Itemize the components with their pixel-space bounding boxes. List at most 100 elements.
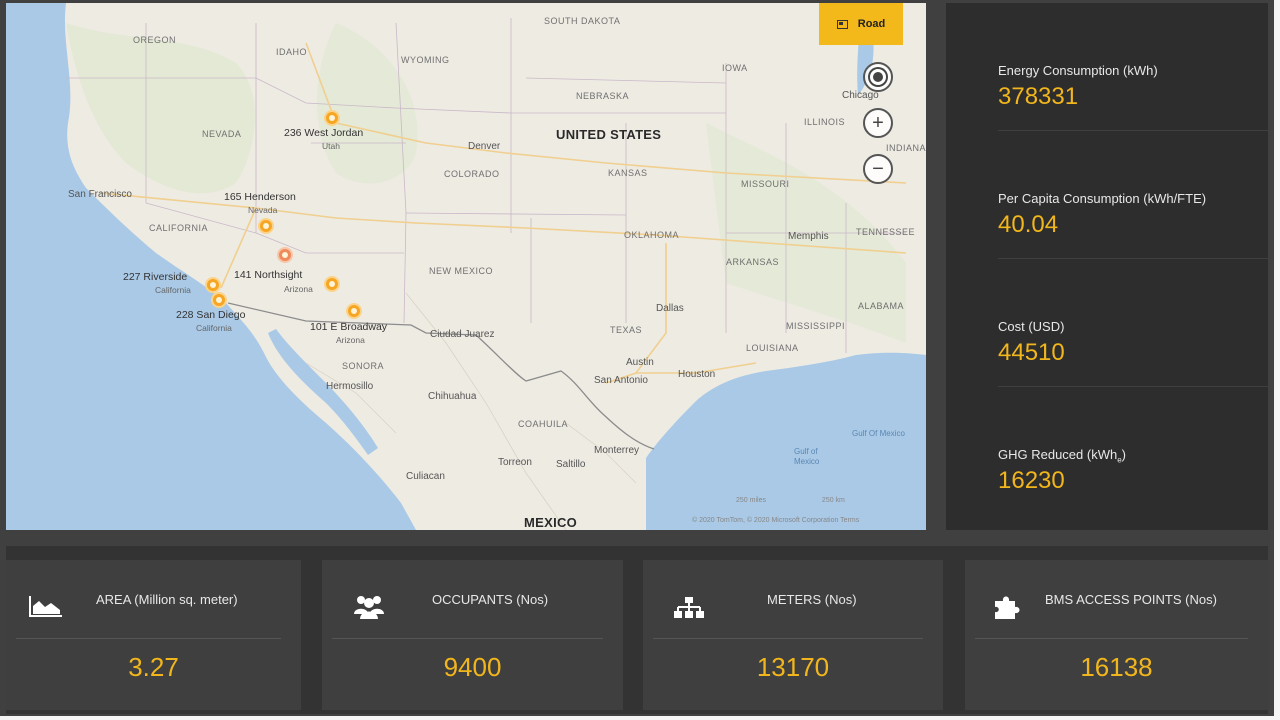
site-marker-northsight[interactable] xyxy=(324,276,340,292)
map-label-united-states: UNITED STATES xyxy=(556,127,662,142)
site-label-e-broadway: 101 E Broadway xyxy=(310,321,388,333)
map-label-dallas: Dallas xyxy=(656,303,684,314)
map-label-torreon: Torreon xyxy=(498,457,532,468)
kpi-value: 378331 xyxy=(998,83,1079,110)
map-label-culiacan: Culiacan xyxy=(406,471,445,482)
site-sub-riverside: California xyxy=(155,285,191,295)
map-label-mississippi: MISSISSIPPI xyxy=(786,321,846,331)
map-style-icon xyxy=(836,19,848,29)
kpi-title: GHG Reduced (kWhe) xyxy=(998,447,1126,465)
locate-icon xyxy=(873,72,883,82)
map-label-new-mexico: NEW MEXICO xyxy=(429,266,494,276)
kpi-title: Energy Consumption (kWh) xyxy=(998,63,1158,78)
card-title: BMS ACCESS POINTS (Nos) xyxy=(1045,591,1217,607)
kpi-panel: Energy Consumption (kWh) 378331 Per Capi… xyxy=(946,3,1268,530)
site-sub-northsight: Arizona xyxy=(284,284,313,294)
divider xyxy=(16,638,281,639)
card-value: 9400 xyxy=(443,652,502,682)
kpi-ghg-reduced: GHG Reduced (kWhe) 16230 xyxy=(998,387,1268,515)
map-copyright: © 2020 TomTom, © 2020 Microsoft Corporat… xyxy=(692,517,860,524)
map-label-san-antonio: San Antonio xyxy=(594,375,648,386)
map-label-nebraska: NEBRASKA xyxy=(576,91,630,101)
site-label-henderson: 165 Henderson xyxy=(224,191,296,203)
map-label-gulf-of-mexico-alt: Gulf Of Mexico xyxy=(852,429,905,438)
dashboard: OREGON IDAHO WYOMING SOUTH DAKOTA IOWA N… xyxy=(0,0,1280,720)
map-label-sonora: SONORA xyxy=(342,361,385,371)
card-title: AREA (Million sq. meter) xyxy=(96,591,238,607)
card-bms-access-points: BMS ACCESS POINTS (Nos) 16138 xyxy=(965,560,1268,710)
map-label-nevada: NEVADA xyxy=(202,129,242,139)
site-label-west-jordan: 236 West Jordan xyxy=(284,127,364,139)
site-marker-henderson[interactable] xyxy=(258,218,274,234)
kpi-title-main: GHG Reduced (kWh xyxy=(998,447,1118,462)
map-label-mexico: MEXICO xyxy=(524,515,578,530)
map-label-south-dakota: SOUTH DAKOTA xyxy=(544,16,621,26)
map-label-tennessee: TENNESSEE xyxy=(856,227,916,237)
site-marker-riverside[interactable] xyxy=(205,277,221,293)
kpi-per-capita: Per Capita Consumption (kWh/FTE) 40.04 xyxy=(998,131,1268,259)
kpi-value: 44510 xyxy=(998,339,1065,366)
site-label-san-diego: 228 San Diego xyxy=(176,309,246,321)
map-label-saltillo: Saltillo xyxy=(556,459,586,470)
map-label-idaho: IDAHO xyxy=(276,47,308,57)
site-sub-henderson: Nevada xyxy=(248,205,278,215)
site-sub-west-jordan: Utah xyxy=(322,141,340,151)
site-label-riverside: 227 Riverside xyxy=(123,271,188,283)
card-area: AREA (Million sq. meter) 3.27 xyxy=(6,560,301,710)
map-label-california: CALIFORNIA xyxy=(149,223,209,233)
map-label-alabama: ALABAMA xyxy=(858,301,905,311)
map-label-texas: TEXAS xyxy=(610,325,643,335)
map-style-road-button[interactable]: Road xyxy=(819,3,903,45)
locate-me-button[interactable] xyxy=(863,62,893,92)
map-label-iowa: IOWA xyxy=(722,63,748,73)
kpi-title: Cost (USD) xyxy=(998,319,1065,334)
map-scale: 250 miles 250 km xyxy=(736,497,845,504)
map-label-gulf-of-mexico: Gulf of Mexico xyxy=(794,447,820,466)
card-occupants: OCCUPANTS (Nos) 9400 xyxy=(322,560,623,710)
stats-row: AREA (Million sq. meter) 3.27 OCCUPANTS … xyxy=(6,546,1268,714)
scale-miles: 250 miles xyxy=(736,497,766,504)
site-marker-san-diego[interactable] xyxy=(211,292,227,308)
map-label-san-francisco: San Francisco xyxy=(68,189,132,200)
map-label-monterrey: Monterrey xyxy=(594,445,640,456)
minus-icon: − xyxy=(872,158,884,180)
road-button-label: Road xyxy=(857,18,886,30)
map-label-coahuila: COAHUILA xyxy=(518,419,569,429)
kpi-title: Per Capita Consumption (kWh/FTE) xyxy=(998,191,1207,206)
card-value: 16138 xyxy=(1080,652,1153,682)
map-label-oregon: OREGON xyxy=(133,35,177,45)
site-sub-e-broadway: Arizona xyxy=(336,335,365,345)
map-label-chicago: Chicago xyxy=(842,90,879,101)
map-label-houston: Houston xyxy=(678,369,716,380)
scale-km: 250 km xyxy=(821,497,845,504)
map-label-oklahoma: OKLAHOMA xyxy=(624,230,680,240)
card-title: OCCUPANTS (Nos) xyxy=(432,591,549,607)
site-marker-e-broadway[interactable] xyxy=(346,303,362,319)
kpi-cost: Cost (USD) 44510 xyxy=(998,259,1268,387)
map-label-missouri: MISSOURI xyxy=(741,179,790,189)
map-label-ciudad-juarez: Ciudad Juarez xyxy=(430,329,495,340)
site-sub-san-diego: California xyxy=(196,323,232,333)
divider xyxy=(653,638,923,639)
plus-icon: + xyxy=(872,112,884,134)
map-label-chihuahua: Chihuahua xyxy=(428,391,477,402)
zoom-in-button[interactable]: + xyxy=(863,108,893,138)
card-value: 13170 xyxy=(756,652,830,682)
map-label-wyoming: WYOMING xyxy=(401,55,450,65)
card-value: 3.27 xyxy=(128,652,179,682)
kpi-energy-consumption: Energy Consumption (kWh) 378331 xyxy=(998,3,1268,131)
kpi-title-end: ) xyxy=(1121,447,1126,462)
map-label-memphis: Memphis xyxy=(788,231,829,242)
site-marker-west-jordan[interactable] xyxy=(324,110,340,126)
site-label-northsight: 141 Northsight xyxy=(234,269,303,281)
divider xyxy=(975,638,1248,639)
map-label-colorado: COLORADO xyxy=(444,169,500,179)
map-label-denver: Denver xyxy=(468,141,501,152)
site-marker-extra[interactable] xyxy=(277,247,293,263)
map-label-arkansas: ARKANSAS xyxy=(726,257,780,267)
kpi-value: 40.04 xyxy=(998,211,1059,238)
map-label-austin: Austin xyxy=(626,357,654,368)
map-view[interactable]: OREGON IDAHO WYOMING SOUTH DAKOTA IOWA N… xyxy=(6,3,926,530)
zoom-out-button[interactable]: − xyxy=(863,154,893,184)
card-title: METERS (Nos) xyxy=(767,591,857,607)
